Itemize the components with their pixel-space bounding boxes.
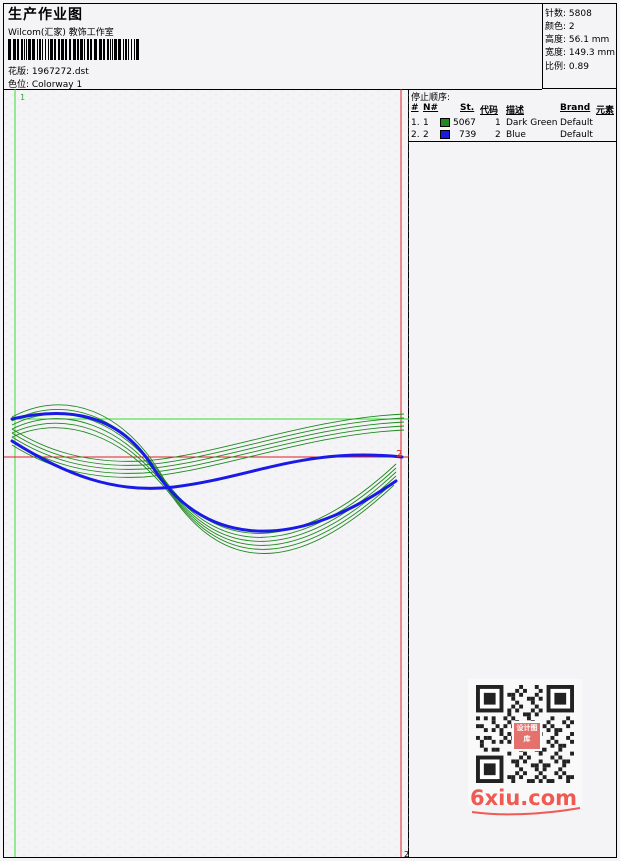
embroidery-canvas: 1 2 2 xyxy=(4,89,409,858)
page-title: 生产作业图 xyxy=(8,7,83,23)
row-stitches: 739 xyxy=(459,130,477,140)
studio-name: Wilcom(汇家) 教饰工作室 xyxy=(8,28,114,38)
row-needle: 2 xyxy=(423,130,429,140)
row-stitches: 5067 xyxy=(453,118,476,128)
row-brand: Default xyxy=(560,130,593,140)
stop-marker-2: 2 xyxy=(396,449,402,460)
col-description: 描述 xyxy=(506,106,525,116)
col-stitches: St. xyxy=(460,103,475,113)
stop-marker-1: 1 xyxy=(20,93,25,102)
row-index: 2. xyxy=(411,130,420,140)
stitch-count: 针数: 5808 xyxy=(545,9,592,19)
row-brand: Default xyxy=(560,118,593,128)
design-height: 高度: 56.1 mm xyxy=(545,35,610,45)
design-width: 宽度: 149.3 mm xyxy=(545,48,616,58)
design-preview: 1 2 2 xyxy=(4,89,409,858)
color-count: 颜色: 2 xyxy=(545,22,575,32)
bottom-marker: 2 xyxy=(404,850,409,858)
row-index: 1. xyxy=(411,118,420,128)
row-description: Blue xyxy=(506,130,526,140)
col-needle: N# xyxy=(423,103,439,113)
fabric-background xyxy=(4,89,409,857)
watermark-swoosh xyxy=(471,807,581,816)
color-swatch xyxy=(440,118,450,127)
col-element: 元素 xyxy=(596,106,615,116)
row-needle: 1 xyxy=(423,118,429,128)
row-description: Dark Green xyxy=(506,118,558,128)
stop-sequence-panel: 停止顺序: # N# St. 代码 描述 Brand 元素 1. 1 5067 … xyxy=(409,89,616,142)
stats-panel: 针数: 5808 颜色: 2 高度: 56.1 mm 宽度: 149.3 mm … xyxy=(542,4,616,89)
qr-badge-logo: 设计图库 xyxy=(512,721,542,751)
barcode xyxy=(8,39,139,60)
stop-sequence-title: 停止顺序: xyxy=(411,93,451,103)
row-code: 1 xyxy=(495,118,501,128)
design-scale: 比例: 0.89 xyxy=(545,62,589,72)
col-code: 代码 xyxy=(480,106,499,116)
color-swatch xyxy=(440,130,450,139)
col-brand: Brand xyxy=(560,103,591,113)
col-index: # xyxy=(411,103,419,113)
design-file-label: 花版: 1967272.dst xyxy=(8,67,89,77)
header-info: 生产作业图 Wilcom(汇家) 教饰工作室 花版: 1967272.dst 色… xyxy=(4,4,542,90)
row-code: 2 xyxy=(495,130,501,140)
